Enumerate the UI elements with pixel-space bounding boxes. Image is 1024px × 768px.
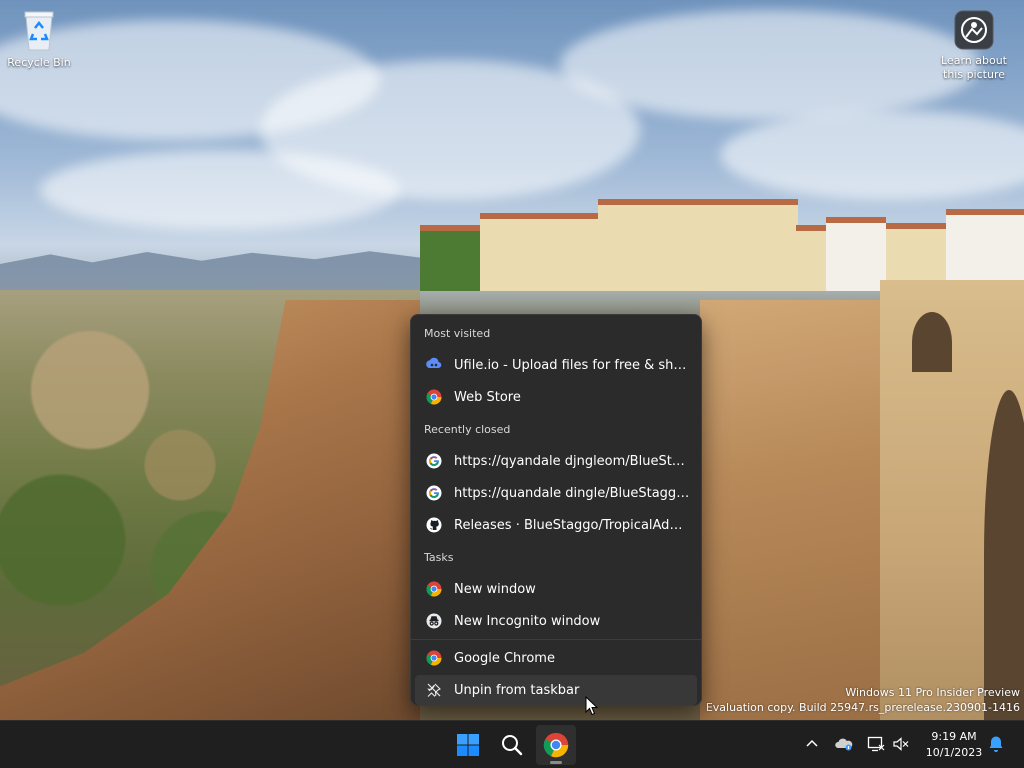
notification-bell-icon [989,736,1003,752]
jumplist-item-recent-2[interactable]: https://quandale dingle/BlueStaggo/Tropi… [415,478,697,508]
bridge-arch [912,312,952,372]
jumplist-item-label: Releases · BlueStaggo/TropicalAdventure [454,517,690,533]
google-icon [425,484,443,502]
volume-tray-button[interactable] [890,733,912,755]
search-icon [502,735,523,756]
jumplist-separator [411,639,701,640]
chevron-up-icon [806,739,818,747]
jumplist-item-google-chrome[interactable]: Google Chrome [415,643,697,673]
jumplist-item-label: https://qyandale djngleom/BlueStaggo/Tro… [454,453,690,469]
chrome-jump-list: Most visited Ufile.io - Upload files for… [410,314,702,706]
jumplist-item-unpin-from-taskbar[interactable]: Unpin from taskbar [415,675,697,705]
onedrive-icon [835,738,853,751]
windows-start-icon [457,734,479,756]
building [598,199,798,291]
jumplist-item-label: Google Chrome [454,650,555,666]
start-button[interactable] [448,725,488,765]
building [480,213,600,291]
jumplist-item-label: Ufile.io - Upload files for free & share… [454,357,690,373]
cloud [560,10,980,120]
building [796,225,826,291]
right-cliff [700,300,900,720]
learn-about-picture-desktop-icon[interactable]: Learn about this picture [936,10,1012,82]
search-button[interactable] [492,725,532,765]
chrome-icon [425,649,443,667]
jumplist-item-ufile[interactable]: Ufile.io - Upload files for free & share… [415,350,697,380]
hilltop-town [420,195,1024,291]
jumplist-item-label: New Incognito window [454,613,601,629]
learn-about-picture-label: Learn about this picture [941,54,1007,81]
most-visited-header: Most visited [424,327,491,340]
jumplist-item-recent-3[interactable]: Releases · BlueStaggo/TropicalAdventure [415,510,697,540]
cloud [40,150,400,230]
chrome-icon [425,580,443,598]
jumplist-item-new-incognito-window[interactable]: New Incognito window [415,606,697,636]
running-indicator [550,761,562,764]
notifications-button[interactable] [985,733,1007,755]
learn-about-picture-icon [954,10,994,50]
chrome-taskbar-button[interactable] [536,725,576,765]
stone-bridge [880,280,1024,720]
recycle-bin-desktop-icon[interactable]: Recycle Bin [1,8,77,70]
jumplist-item-label: New window [454,581,536,597]
recently-closed-header: Recently closed [424,423,511,436]
cloud [720,110,1024,200]
chrome-icon [543,732,569,758]
network-tray-button[interactable] [865,733,887,755]
building [826,217,886,291]
chrome-icon [425,388,443,406]
jumplist-item-label: Unpin from taskbar [454,682,580,698]
jumplist-item-label: Web Store [454,389,521,405]
volume-muted-icon [893,737,909,751]
clock-time: 9:19 AM [931,730,977,743]
recycle-bin-label: Recycle Bin [7,56,71,69]
incognito-icon [425,612,443,630]
github-icon [425,516,443,534]
taskbar-clock[interactable]: 9:19 AM 10/1/2023 [916,729,992,761]
jumplist-item-new-window[interactable]: New window [415,574,697,604]
mouse-cursor [585,696,599,716]
network-icon [867,736,885,752]
onedrive-tray-button[interactable] [833,733,855,755]
jumplist-item-web-store[interactable]: Web Store [415,382,697,412]
tasks-header: Tasks [424,551,454,564]
watermark-edition: Windows 11 Pro Insider Preview [845,686,1020,699]
taskbar: 9:19 AM 10/1/2023 [0,720,1024,768]
clock-date: 10/1/2023 [925,746,983,759]
ufile-icon [425,356,443,374]
jumplist-item-recent-1[interactable]: https://qyandale djngleom/BlueStaggo/Tro… [415,446,697,476]
building [946,209,1024,291]
watermark-build: Evaluation copy. Build 25947.rs_prerelea… [705,701,1020,714]
bridge-arch [984,390,1024,720]
jumplist-item-label: https://quandale dingle/BlueStaggo/Tropi… [454,485,690,501]
google-icon [425,452,443,470]
show-hidden-icons-button[interactable] [801,733,823,755]
recycle-bin-icon [24,11,54,51]
unpin-icon [425,681,443,699]
